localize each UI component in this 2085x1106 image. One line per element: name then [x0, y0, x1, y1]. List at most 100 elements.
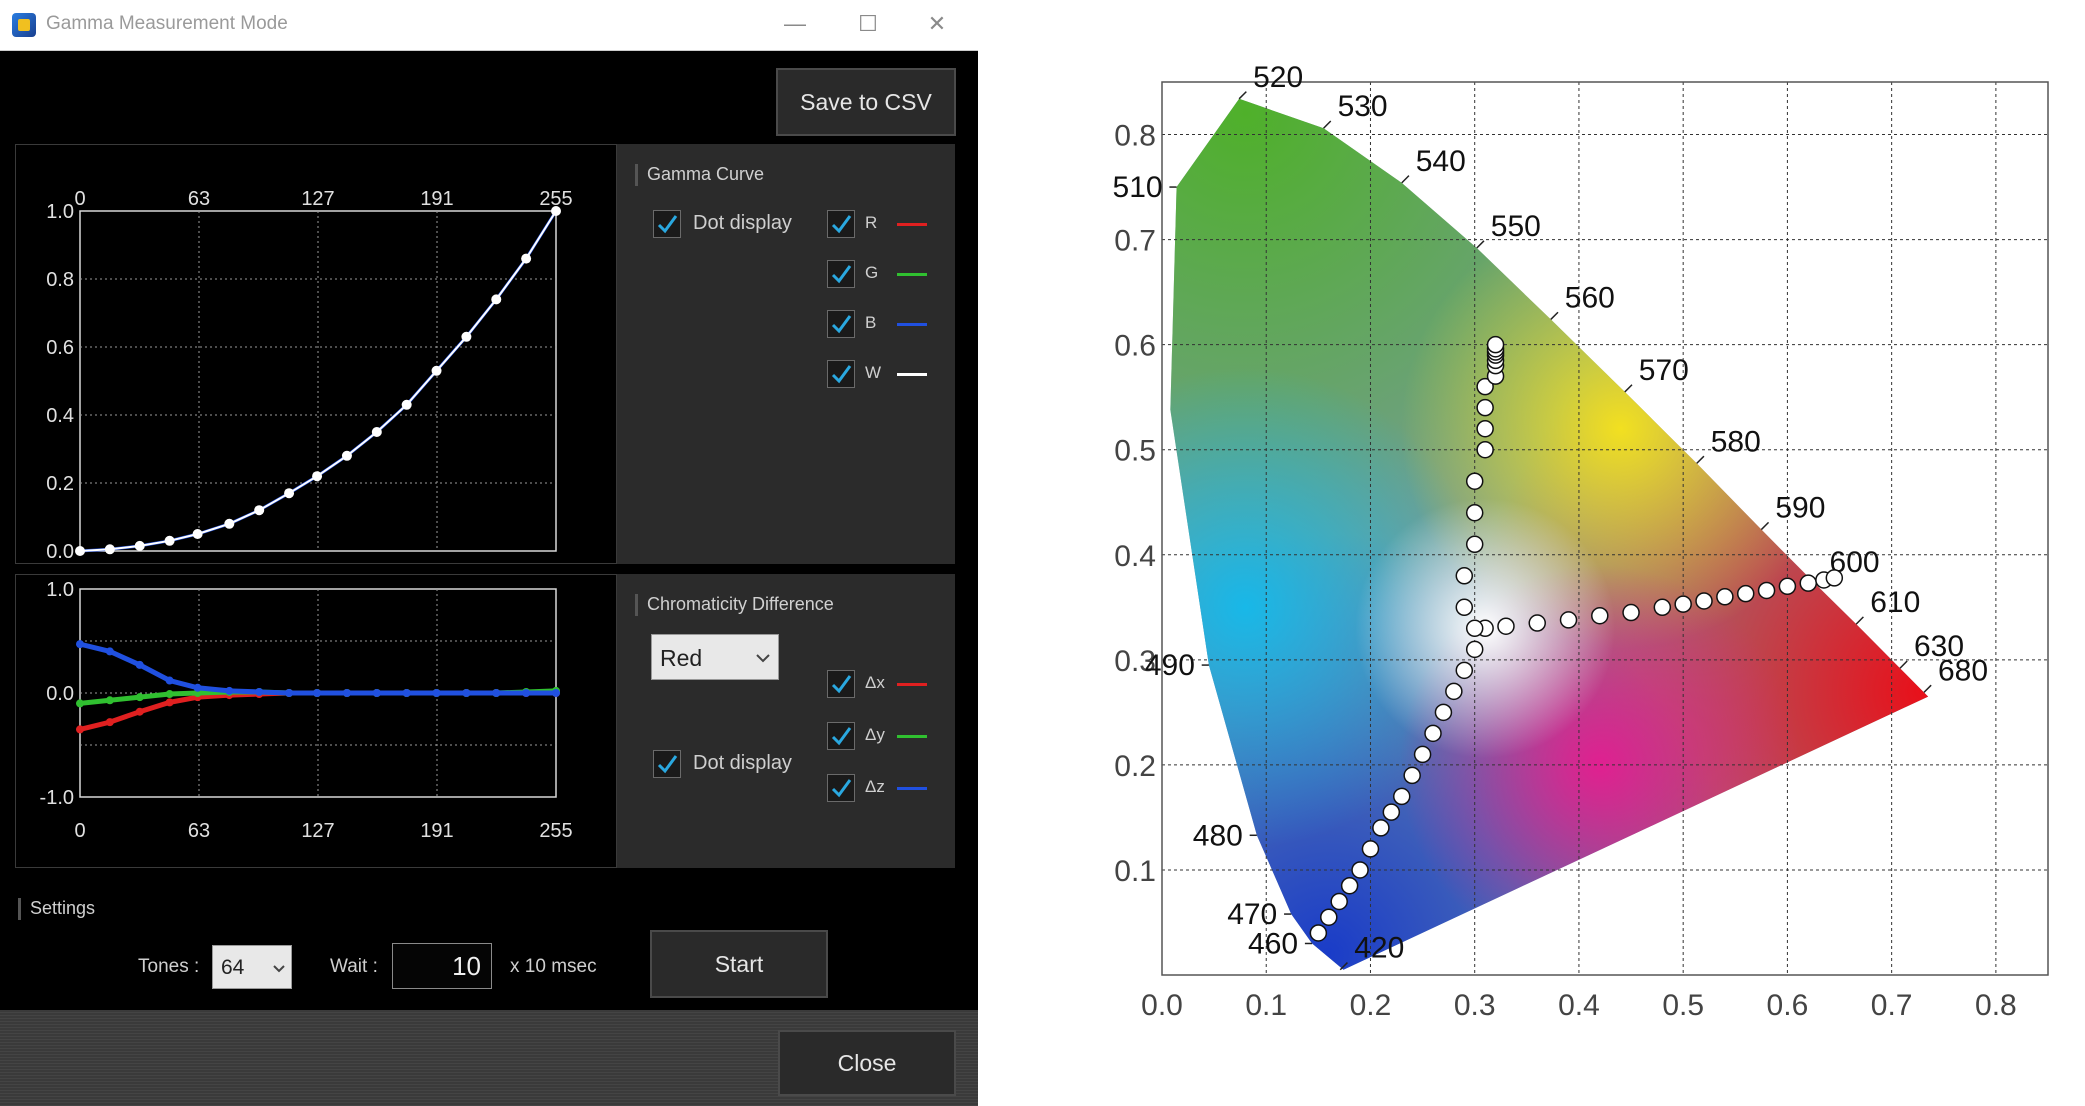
point-r: [1778, 577, 1797, 596]
x-tick-label: 63: [188, 820, 210, 842]
point-b: [1445, 682, 1463, 701]
data-point: [224, 518, 235, 529]
gamma-checkbox-1[interactable]: [827, 210, 855, 238]
y-tick-label: 0.4: [1114, 540, 1156, 573]
chromaticity-difference-panel: Chromaticity Difference Red Dot display …: [617, 574, 955, 868]
gamma-measurement-window: Gamma Measurement Mode — ☐ ✕ Save to CSV…: [0, 0, 978, 1106]
data-point: [105, 647, 114, 656]
point-r: [1716, 588, 1734, 606]
point-g: [1455, 567, 1474, 585]
y-tick-label: 0.5: [1114, 435, 1156, 468]
data-point: [462, 689, 471, 697]
point-b: [1465, 640, 1484, 659]
point-r: [1622, 603, 1640, 622]
y-tick-label: 0.0: [46, 541, 74, 563]
gamma-channel-swatch: [897, 373, 927, 376]
x-tick-label: 0.3: [1454, 989, 1496, 1022]
save-to-csv-button[interactable]: Save to CSV: [776, 68, 956, 136]
difference-chart: 0 63 127 191 255 1.0 0.0 -1.0: [40, 579, 573, 842]
data-point: [552, 689, 560, 697]
x-tick-label: 0.6: [1767, 989, 1809, 1022]
diff-checkbox-3[interactable]: [827, 774, 855, 802]
data-point: [285, 689, 294, 697]
close-button[interactable]: Close: [778, 1030, 956, 1096]
wavelength-tick: [1899, 660, 1908, 669]
data-point: [105, 718, 114, 727]
gamma-channel-label: R: [865, 213, 878, 232]
point-b: [1351, 861, 1369, 879]
gamma-checkbox-2[interactable]: [827, 260, 855, 288]
data-point: [491, 294, 502, 305]
tones-select[interactable]: 64: [212, 945, 292, 989]
data-point: [165, 698, 174, 707]
dot-display-checkbox[interactable]: [653, 210, 681, 238]
point-r: [1757, 581, 1776, 600]
chevron-down-icon: [756, 654, 770, 663]
data-point: [255, 687, 264, 696]
color-select[interactable]: Red: [651, 634, 779, 680]
diff-channel-swatch: [897, 787, 927, 790]
point-r: [1591, 606, 1609, 625]
gamma-checkbox-3[interactable]: [827, 310, 855, 338]
point-r: [1528, 614, 1546, 632]
point-b: [1403, 766, 1421, 785]
y-tick-label: 1.0: [46, 579, 74, 601]
close-window-button[interactable]: ✕: [912, 6, 962, 42]
wait-label: Wait :: [330, 956, 378, 977]
checkmark-icon: [831, 675, 852, 694]
maximize-button[interactable]: ☐: [843, 6, 893, 42]
y-tick-label: 0.2: [1114, 750, 1156, 783]
wavelength-label: 510: [1113, 171, 1163, 204]
wavelength-tick: [1401, 175, 1410, 184]
x-tick-label: 191: [420, 820, 453, 842]
gamma-channel-swatch: [897, 273, 927, 276]
diff-checkbox-2[interactable]: [827, 722, 855, 750]
gamma-checkbox-4[interactable]: [827, 360, 855, 388]
wavelength-tick: [1923, 684, 1932, 693]
start-button[interactable]: Start: [650, 930, 828, 998]
data-point: [164, 535, 175, 546]
data-point: [165, 676, 174, 685]
data-point: [76, 640, 84, 649]
y-tick-label: 0.8: [46, 269, 74, 291]
data-point: [165, 690, 174, 699]
point-b: [1320, 908, 1338, 926]
diff-channel-swatch: [897, 683, 927, 686]
diff-checkbox-1[interactable]: [827, 670, 855, 698]
data-point: [193, 683, 202, 692]
x-tick-label: 0.4: [1558, 989, 1600, 1022]
checkmark-icon: [831, 779, 852, 798]
point-r: [1825, 569, 1844, 587]
wait-input[interactable]: 10: [392, 943, 492, 989]
settings-title: Settings: [17, 898, 96, 920]
wavelength-label: 550: [1491, 210, 1541, 243]
point-b: [1361, 840, 1380, 858]
data-point: [135, 693, 144, 702]
data-point: [312, 471, 323, 482]
tones-label: Tones :: [138, 956, 200, 977]
checkmark-icon: [831, 727, 852, 746]
wavelength-label: 560: [1565, 281, 1615, 314]
point-b: [1392, 787, 1411, 806]
y-tick-label: 0.4: [46, 405, 74, 427]
wavelength-label: 470: [1227, 898, 1277, 931]
checkmark-icon: [657, 215, 678, 234]
wavelength-label: 570: [1639, 354, 1689, 387]
x-tick-label: 255: [539, 820, 572, 842]
point-b: [1434, 703, 1453, 722]
data-point: [254, 505, 265, 516]
minimize-button[interactable]: —: [770, 6, 820, 42]
gamma-channel-swatch: [897, 223, 927, 226]
data-point: [105, 696, 114, 705]
wavelength-tick: [1624, 384, 1633, 393]
x-tick-label: 0.1: [1245, 989, 1287, 1022]
point-r: [1674, 595, 1692, 613]
diff-channel-label: Δy: [865, 725, 885, 744]
dot-display-checkbox-diff[interactable]: [653, 750, 681, 778]
point-b: [1372, 819, 1390, 837]
gamma-chart: 0 63 127 191 2551.00.80.60.40.20.0: [46, 188, 573, 563]
data-point: [192, 529, 203, 539]
x-tick-label: 0.7: [1871, 989, 1913, 1022]
y-tick-label: -1.0: [40, 787, 74, 809]
data-point: [372, 689, 381, 697]
